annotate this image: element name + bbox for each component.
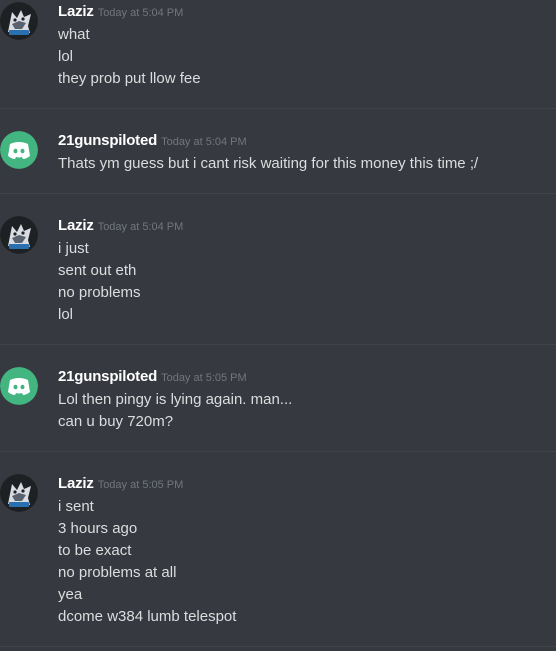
message-text: no problems (58, 284, 141, 301)
message-text: sent out eth (58, 262, 137, 279)
timestamp: Today at 5:04 PM (97, 7, 184, 19)
message-text: lol (58, 48, 74, 65)
message-text: lol (58, 306, 74, 323)
message-text: to be exact (58, 542, 132, 559)
message-lines: Thats ym guess but i cant risk waiting f… (58, 153, 478, 175)
laziz-wolf-avatar-icon[interactable] (0, 2, 38, 40)
message-text: Thats ym guess but i cant risk waiting f… (58, 155, 479, 172)
message-header: Laziz Today at 5:04 PM (58, 216, 183, 236)
message-header: 21gunspiloted Today at 5:04 PM (58, 131, 247, 151)
message-text: what (58, 26, 90, 43)
message-lines: i sent 3 hours ago to be exact no proble… (58, 496, 236, 628)
message-header: Laziz Today at 5:05 PM (58, 474, 183, 494)
laziz-wolf-avatar-icon[interactable] (0, 474, 38, 512)
message-text: they prob put llow fee (58, 70, 201, 87)
message-text: 3 hours ago (58, 520, 138, 537)
timestamp: Today at 5:05 PM (97, 479, 184, 491)
message-lines: i just sent out eth no problems lol (58, 238, 141, 326)
message-divider (0, 451, 556, 452)
message-header: Laziz Today at 5:04 PM (58, 2, 183, 22)
message-text: Lol then pingy is lying again. man... (58, 391, 293, 408)
message-lines: Lol then pingy is lying again. man... ca… (58, 389, 292, 433)
username[interactable]: 21gunspiloted (58, 368, 157, 385)
message-text: i sent (58, 498, 94, 515)
timestamp: Today at 5:05 PM (161, 372, 247, 384)
discord-default-avatar-icon[interactable] (0, 367, 38, 405)
message-divider (0, 646, 556, 647)
username[interactable]: Laziz (58, 3, 94, 20)
message-text: yea (58, 586, 83, 603)
timestamp: Today at 5:04 PM (161, 136, 247, 148)
username[interactable]: Laziz (58, 217, 94, 234)
message-text: dcome w384 lumb telespot (58, 608, 237, 625)
message-text: no problems at all (58, 564, 177, 581)
message-divider (0, 108, 556, 109)
message-text: can u buy 720m? (58, 413, 174, 430)
timestamp: Today at 5:04 PM (97, 221, 184, 233)
username[interactable]: Laziz (58, 475, 94, 492)
username[interactable]: 21gunspiloted (58, 132, 157, 149)
message-divider (0, 344, 556, 345)
message-text: i just (58, 240, 89, 257)
laziz-wolf-avatar-icon[interactable] (0, 216, 38, 254)
chat-messages: Laziz Today at 5:04 PM what lol they prob… (0, 0, 556, 651)
discord-default-avatar-icon[interactable] (0, 131, 38, 169)
message-divider (0, 193, 556, 194)
message-header: 21gunspiloted Today at 5:05 PM (58, 367, 247, 387)
message-lines: what lol they prob put llow fee (58, 24, 201, 90)
